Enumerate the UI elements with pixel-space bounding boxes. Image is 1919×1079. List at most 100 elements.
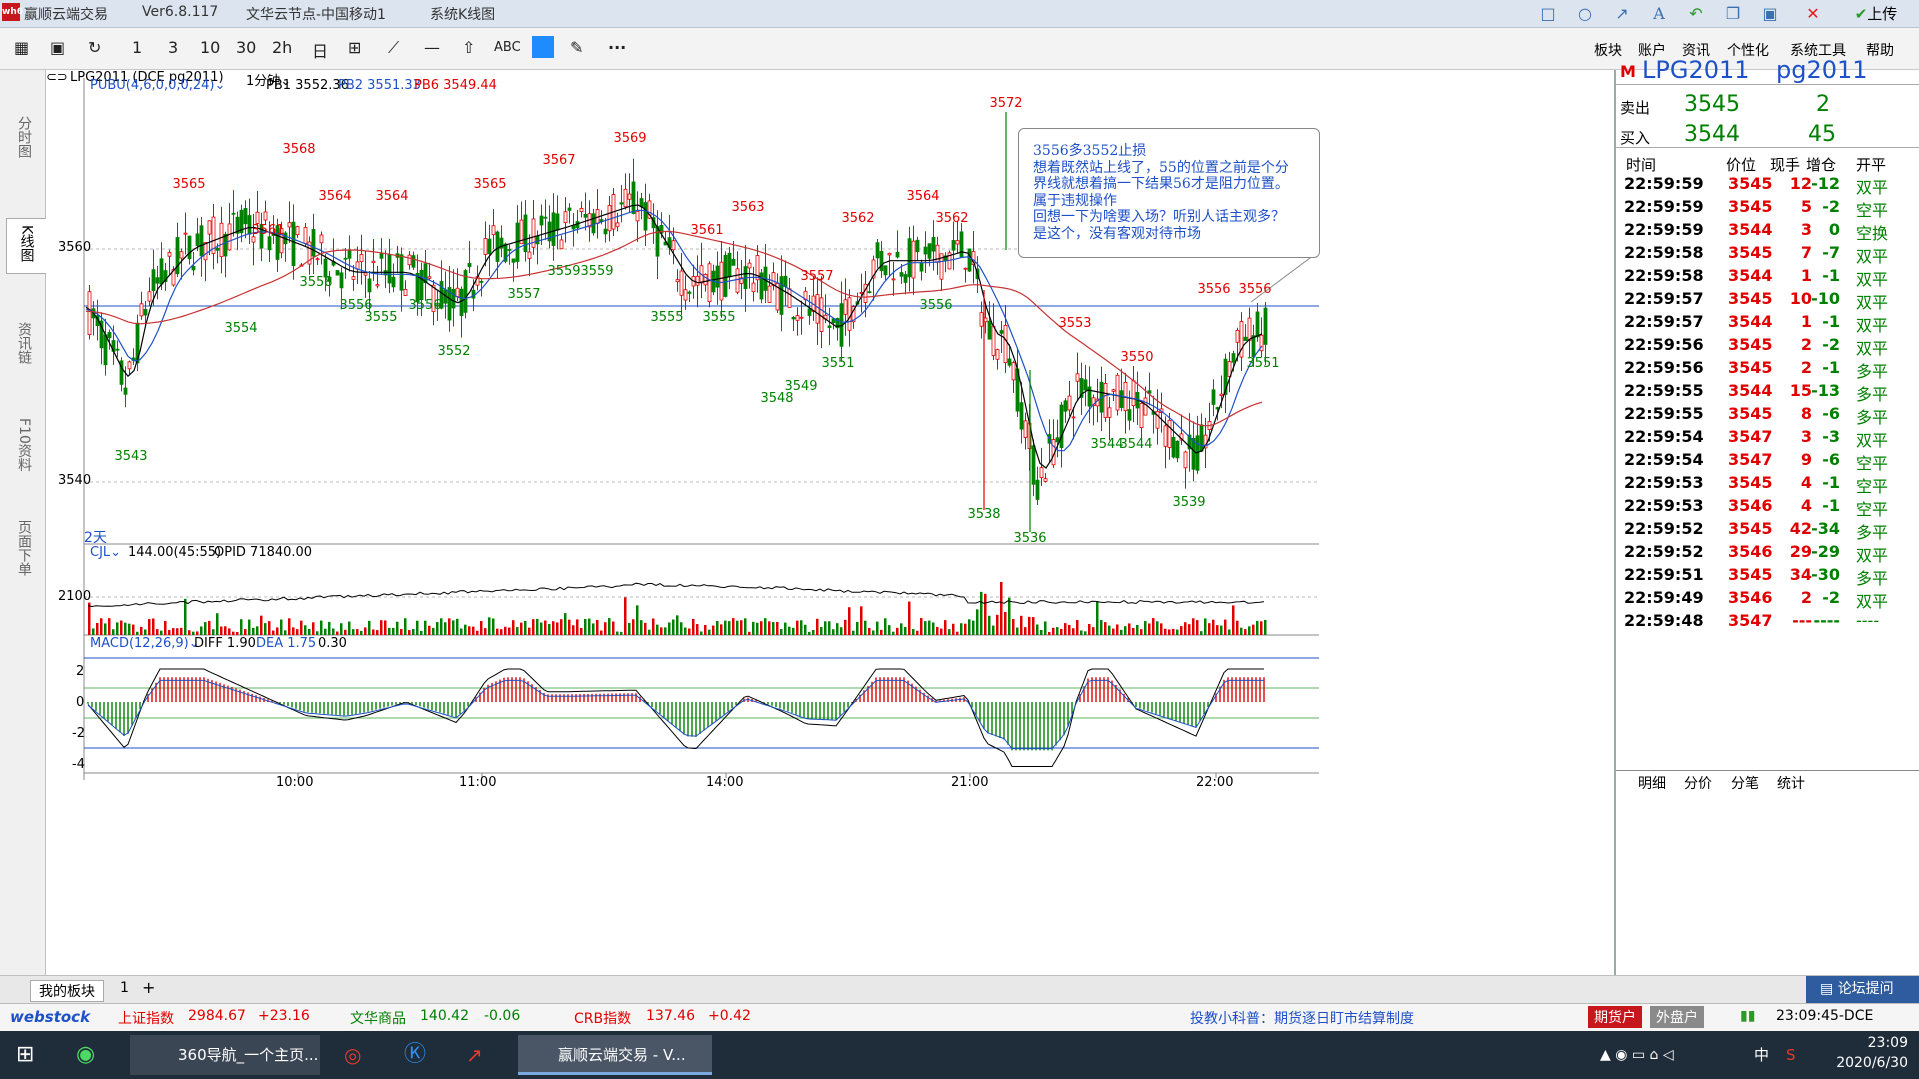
period-1m-button[interactable]: 1 <box>132 38 142 57</box>
tab-time-sharing[interactable]: 分时图 <box>12 116 36 163</box>
candle-body <box>411 255 416 268</box>
taskbar-clock[interactable]: 23:09 2020/6/30 <box>1830 1033 1908 1073</box>
period-30m-button[interactable]: 30 <box>236 38 256 57</box>
tick-time: 22:59:56 <box>1624 335 1704 354</box>
candle-body <box>927 243 932 259</box>
candle-body <box>539 215 544 226</box>
text-label-button[interactable]: ABC <box>494 40 521 55</box>
upload-button[interactable]: ✔上传 <box>1846 2 1906 26</box>
period-3m-button[interactable]: 3 <box>168 38 178 57</box>
tick-time: 22:59:54 <box>1624 427 1704 446</box>
candle-body <box>1143 397 1148 416</box>
candle-body <box>1115 374 1120 411</box>
save-layout-icon[interactable]: ▣ <box>50 38 65 57</box>
tab-stats[interactable]: 统计 <box>1777 773 1805 793</box>
tab-price-dist[interactable]: 分价 <box>1684 773 1712 793</box>
tab-detail[interactable]: 明细 <box>1638 773 1666 793</box>
up-arrow-icon[interactable]: ⇧ <box>462 38 475 57</box>
volume-bar <box>1004 611 1007 635</box>
futures-account-button[interactable]: 期货户 <box>1588 1006 1642 1028</box>
tick-row[interactable]: 22:59:48 3547 --- ---- ---- <box>1616 607 1919 635</box>
volume-bar <box>452 620 455 635</box>
taskbar-item-trading[interactable]: 赢顺云端交易 - V... <box>518 1035 712 1075</box>
forum-button[interactable]: ▤ 论坛提问 <box>1806 976 1919 1004</box>
volume-bar <box>1116 624 1119 635</box>
refresh-icon[interactable]: ↻ <box>88 38 101 57</box>
crb-index-label[interactable]: CRB指数 <box>574 1008 631 1028</box>
volume-bar <box>232 631 235 635</box>
text-tool-icon[interactable]: A <box>1646 2 1672 26</box>
undo-icon[interactable]: ↶ <box>1683 2 1709 26</box>
tray-icons[interactable]: ▲ ◉ ▭ ⌂ ◁ <box>1600 1035 1674 1075</box>
wh-index-label[interactable]: 文华商品 <box>350 1008 406 1028</box>
bid-price[interactable]: 3544 <box>1684 122 1740 147</box>
tick-time: 22:59:54 <box>1624 450 1704 469</box>
volume-bar <box>1008 597 1011 635</box>
period-day-button[interactable]: 日 <box>312 38 328 62</box>
education-tip[interactable]: 投教小科普：期货逐日盯市结算制度 <box>1190 1008 1414 1028</box>
tick-list[interactable]: 22:59:59 3545 12 -12 双平 22:59:59 3545 5 -2 空平 22:5… <box>1616 170 1919 690</box>
arrow-tool-icon[interactable]: ↗ <box>1609 2 1635 26</box>
wechat-icon[interactable]: ◉ <box>76 1035 95 1075</box>
volume-bar <box>1264 619 1267 635</box>
foreign-account-button[interactable]: 外盘户 <box>1650 1006 1704 1028</box>
candle-body <box>767 285 772 303</box>
candle-body <box>1019 402 1024 430</box>
tab-news-chain[interactable]: 资讯链 <box>12 322 36 369</box>
ellipse-tool-icon[interactable]: ○ <box>1572 2 1598 26</box>
tab-kline[interactable]: K线图 <box>6 218 46 275</box>
volume-bar <box>500 629 503 635</box>
menu-help[interactable]: 帮助 <box>1866 40 1894 60</box>
candle-body <box>643 202 648 231</box>
volume-bar <box>1252 624 1255 635</box>
copy-icon[interactable]: ❐ <box>1720 2 1746 26</box>
volume-bar <box>520 622 523 635</box>
chart-svg[interactable]: 3565 3568 3561 3564 3564 3565 3567 3569 3561 3563… <box>46 70 1614 975</box>
candle-body <box>143 308 148 316</box>
high-price-label: 3556 <box>1197 282 1230 297</box>
rectangle-tool-icon[interactable]: □ <box>1535 2 1561 26</box>
close-drawing-icon[interactable]: ✕ <box>1800 2 1826 26</box>
add-sector-button[interactable]: + <box>142 978 155 997</box>
draw-line-icon[interactable]: ⟋ <box>388 38 399 58</box>
tab-page-order[interactable]: 页面下单 <box>12 520 36 581</box>
windows-start-icon[interactable]: ⊞ <box>16 1035 34 1075</box>
tab-tick[interactable]: 分笔 <box>1731 773 1759 793</box>
kugou-icon[interactable]: Ⓚ <box>404 1035 426 1075</box>
candle-body <box>167 251 172 257</box>
volume-indicator-select[interactable]: CJL⌄ <box>90 545 121 560</box>
app-red-icon[interactable]: ◎ <box>344 1035 361 1075</box>
macd-indicator-select[interactable]: MACD(12,26,9)⌄ <box>90 636 200 651</box>
sh-index-label[interactable]: 上证指数 <box>118 1008 174 1028</box>
period-2h-button[interactable]: 2h <box>272 38 292 57</box>
cloud-node[interactable]: 文华云节点-中国移动1 <box>246 4 386 24</box>
volume-bar <box>732 618 735 635</box>
ask-price[interactable]: 3545 <box>1684 92 1740 117</box>
ime-indicator[interactable]: 中 <box>1754 1035 1769 1075</box>
taskbar-item-360[interactable]: 360导航_一个主页... <box>130 1035 320 1075</box>
page-number[interactable]: 1 <box>120 980 129 996</box>
color-swatch[interactable] <box>532 36 554 58</box>
horizontal-line-icon[interactable]: — <box>424 38 440 57</box>
my-sector-tab[interactable]: 我的板块 <box>30 980 104 1002</box>
save-icon[interactable]: ▣ <box>1757 2 1783 26</box>
candle-body <box>1043 478 1048 482</box>
order-icon[interactable]: ▦ <box>14 38 29 57</box>
volume-bar <box>1024 627 1027 635</box>
volume-bar <box>588 618 591 635</box>
annotation-note[interactable]: 3556多3552止损 想着既然站上线了，55的位置之前是个分 界线就想着搞一下… <box>1018 128 1320 258</box>
period-10m-button[interactable]: 10 <box>200 38 220 57</box>
eraser-icon[interactable]: ✎ <box>570 38 583 57</box>
volume-bar <box>576 619 579 635</box>
volume-bar <box>1164 628 1167 635</box>
kline-chart-area[interactable]: ⊂⊃ LPG2011 (DCE pg2011) 1分钟⌄ PUBU(4,6,0,… <box>46 70 1614 975</box>
layout-grid-icon[interactable]: ⊞ <box>348 38 361 57</box>
trading-app-icon[interactable]: ↗ <box>466 1035 483 1075</box>
sogou-icon[interactable]: S <box>1786 1035 1796 1075</box>
candle-body <box>487 238 492 255</box>
menu-sector[interactable]: 板块 <box>1594 40 1622 60</box>
tab-f10[interactable]: F10资料 <box>12 418 36 477</box>
volume-bar <box>848 607 851 635</box>
more-icon[interactable]: ··· <box>608 38 626 57</box>
candle-body <box>507 248 512 251</box>
